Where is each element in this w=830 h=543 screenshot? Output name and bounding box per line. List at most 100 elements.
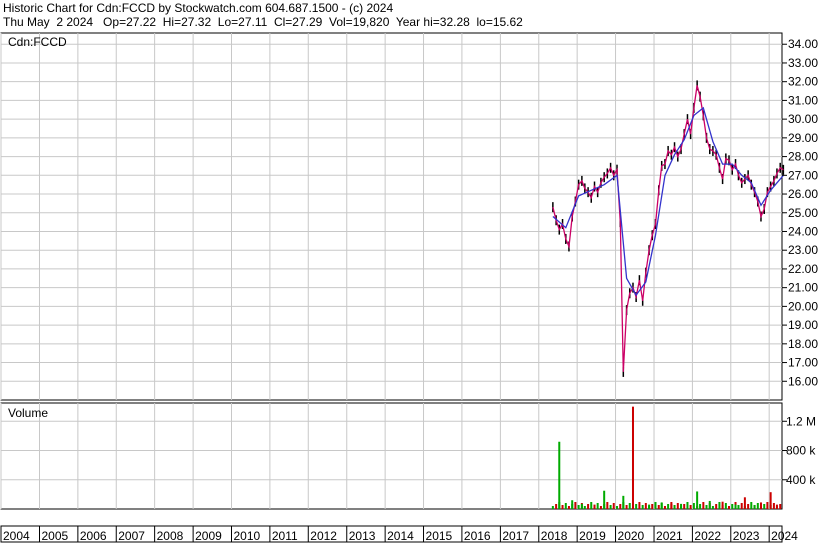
year-label: 2021 [656, 529, 683, 543]
price-tick-label: 16.00 [788, 374, 818, 388]
price-tick-label: 21.00 [788, 281, 818, 295]
volume-bar [763, 504, 766, 509]
volume-bar [619, 504, 622, 509]
volume-bar [583, 506, 586, 509]
volume-bar [692, 503, 695, 509]
volume-bar [724, 503, 727, 509]
volume-bar [561, 505, 564, 509]
volume-bar [625, 505, 628, 509]
price-y-ticks: 34.00 33.00 32.00 31.00 30.00 29.00 28.00 27.00… [782, 37, 818, 388]
volume-bar [747, 504, 750, 509]
volume-bar [564, 503, 567, 509]
price-tick-label: 23.00 [788, 243, 818, 257]
volume-bar [743, 497, 746, 509]
year-label: 2024 [771, 529, 798, 543]
volume-bar [622, 495, 625, 509]
symbol-label: Cdn:FCCD [8, 35, 67, 49]
price-tick-label: 20.00 [788, 299, 818, 313]
price-tick-label: 28.00 [788, 150, 818, 164]
volume-bar [574, 502, 577, 509]
price-tick-label: 24.00 [788, 224, 818, 238]
price-tick-label: 34.00 [788, 37, 818, 51]
volume-panel [0, 402, 783, 510]
year-label: 2007 [118, 529, 145, 543]
volume-bar [673, 505, 676, 509]
year-label: 2011 [272, 529, 298, 543]
volume-bar [663, 506, 666, 509]
volume-tick-label: 800 k [786, 444, 816, 458]
volume-y-ticks: 1.2 M 800 k 400 k [782, 414, 816, 487]
volume-bar [766, 502, 769, 509]
volume-bar [711, 506, 714, 509]
volume-bar [587, 504, 590, 509]
volume-bar [670, 503, 673, 509]
volume-bar [667, 504, 670, 509]
price-tick-label: 26.00 [788, 187, 818, 201]
volume-bar [577, 505, 580, 509]
year-label: 2010 [234, 529, 261, 543]
volume-bar [756, 503, 759, 509]
volume-bar [551, 506, 554, 509]
price-tick-label: 25.00 [788, 206, 818, 220]
volume-bar [616, 506, 619, 509]
volume-bar [715, 504, 718, 509]
price-tick-label: 33.00 [788, 56, 818, 70]
volume-bar [702, 502, 705, 509]
volume-bar [599, 506, 602, 509]
volume-bar [750, 502, 753, 509]
volume-bar [689, 505, 692, 509]
volume-bar [676, 503, 679, 509]
volume-tick-label: 1.2 M [786, 414, 816, 428]
year-label: 2013 [349, 529, 376, 543]
year-label: 2015 [426, 529, 453, 543]
year-label: 2017 [502, 529, 529, 543]
volume-bar [580, 503, 583, 509]
volume-bar [769, 492, 772, 509]
volume-bar [631, 406, 634, 509]
volume-bar [699, 504, 702, 509]
volume-bar [775, 504, 778, 509]
volume-bar [705, 505, 708, 509]
year-label: 2018 [541, 529, 568, 543]
volume-bar [644, 503, 647, 509]
volume-bar [567, 506, 570, 509]
volume-bar [612, 503, 615, 509]
volume-bar [696, 491, 699, 509]
volume-bar [772, 503, 775, 509]
stock-chart: 34.00 33.00 32.00 31.00 30.00 29.00 28.00 27.00… [0, 32, 818, 543]
volume-bar [683, 504, 686, 509]
volume-bar [759, 502, 762, 509]
volume-bar [558, 441, 561, 509]
volume-bar [728, 506, 731, 509]
volume-bar [635, 504, 638, 509]
volume-bar [648, 504, 651, 509]
volume-bar [680, 503, 683, 509]
volume-bar [638, 502, 641, 509]
volume-bar [590, 502, 593, 509]
year-label: 2009 [195, 529, 222, 543]
price-tick-label: 17.00 [788, 356, 818, 370]
year-label: 2008 [157, 529, 184, 543]
year-label: 2022 [694, 529, 721, 543]
volume-bar [555, 504, 558, 509]
volume-bar [596, 503, 599, 509]
volume-bar [651, 504, 654, 509]
volume-bar [731, 504, 734, 509]
price-tick-label: 18.00 [788, 337, 818, 351]
year-label: 2004 [3, 529, 30, 543]
year-label: 2019 [579, 529, 606, 543]
volume-bar [740, 503, 743, 509]
volume-bar [593, 504, 596, 509]
volume-bar [721, 501, 724, 509]
year-label: 2020 [618, 529, 645, 543]
year-label: 2016 [464, 529, 491, 543]
volume-bar [603, 490, 606, 509]
price-panel [0, 32, 783, 401]
price-tick-label: 29.00 [788, 131, 818, 145]
price-tick-label: 31.00 [788, 93, 818, 107]
volume-bar [606, 502, 609, 509]
volume-bar [734, 504, 737, 509]
price-tick-label: 22.00 [788, 262, 818, 276]
volume-bar [708, 500, 711, 509]
volume-bar [718, 502, 721, 509]
